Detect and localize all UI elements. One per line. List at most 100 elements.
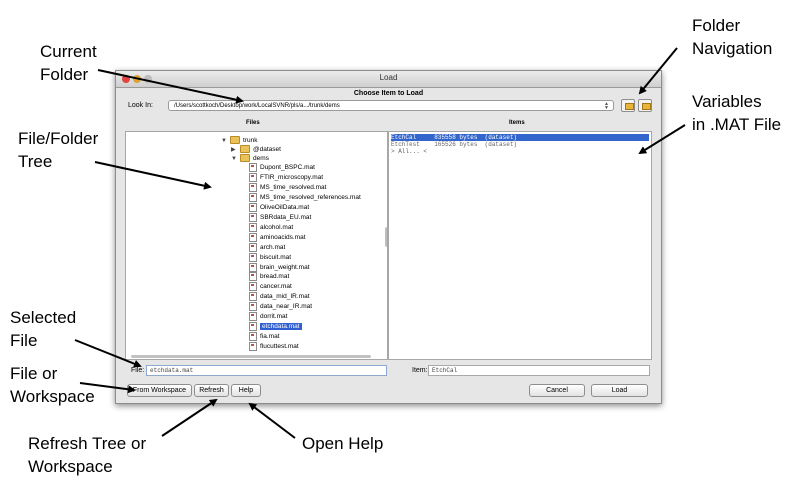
mat-file-icon xyxy=(249,292,257,302)
mat-file-icon xyxy=(249,192,257,202)
tree-node-label: @dataset xyxy=(253,146,281,153)
tree-file-label: aminoacids.mat xyxy=(260,233,306,241)
tree-node-label: dems xyxy=(253,155,269,162)
tree-node-label: trunk xyxy=(243,137,258,144)
mat-file-icon xyxy=(249,212,257,222)
tree-file-label: SBRdata_EU.mat xyxy=(260,213,312,221)
annotation-folder-navigation: Folder Navigation xyxy=(692,16,773,58)
folder-up-icon xyxy=(625,103,634,110)
help-button[interactable]: Help xyxy=(231,384,261,397)
tree-file-item[interactable]: flucuttest.mat xyxy=(249,342,299,352)
file-label: File: xyxy=(131,367,145,374)
tree-node-dems[interactable]: ▼ dems xyxy=(231,154,269,163)
look-in-label: Look In: xyxy=(128,102,153,109)
tree-file-label: data_near_IR.mat xyxy=(260,303,313,311)
look-in-path: /Users/scottkoch/Desktop/work/LocalSVNR/… xyxy=(174,103,340,109)
expanded-triangle-icon: ▼ xyxy=(221,138,227,144)
mat-file-icon xyxy=(249,182,257,192)
tree-file-item[interactable]: cancer.mat xyxy=(249,282,292,292)
tree-file-label: biscuit.mat xyxy=(260,253,292,261)
tree-file-item[interactable]: aminoacids.mat xyxy=(249,232,306,242)
tree-file-label: dorrit.mat xyxy=(260,313,288,321)
dialog-heading: Choose Item to Load xyxy=(353,90,424,97)
refresh-button[interactable]: Refresh xyxy=(194,384,229,397)
tree-node-trunk[interactable]: ▼ trunk xyxy=(221,136,257,145)
tree-file-label: fia.mat xyxy=(260,333,280,341)
annotation-selected-file: Selected File xyxy=(10,308,77,350)
tree-file-label: bread.mat xyxy=(260,273,290,281)
help-arrow xyxy=(248,402,296,439)
mat-file-icon xyxy=(249,202,257,212)
refresh-arrow xyxy=(161,398,218,437)
tree-file-label: Dupont_BSPC.mat xyxy=(260,164,315,172)
file-input[interactable]: etchdata.mat xyxy=(146,365,387,376)
tree-file-item[interactable]: data_near_IR.mat xyxy=(249,302,313,312)
tree-file-label: OliveOilData.mat xyxy=(260,204,310,212)
mat-file-icon xyxy=(249,262,257,272)
folder-up-button[interactable] xyxy=(621,99,635,112)
item-row[interactable]: EtchCal 835558 bytes (dataset) xyxy=(391,134,649,141)
tree-file-item[interactable]: FTIR_microscopy.mat xyxy=(249,172,323,182)
mat-file-icon xyxy=(249,252,257,262)
file-tree-panel[interactable]: ▼ trunk ▶ @dataset ▼ dems Dupont_BSPC.mat FT… xyxy=(125,131,388,360)
mat-file-icon xyxy=(249,322,257,332)
look-in-dropdown[interactable]: /Users/scottkoch/Desktop/work/LocalSVNR/… xyxy=(168,100,614,111)
tree-file-item[interactable]: alcohol.mat xyxy=(249,222,294,232)
tree-file-item[interactable]: fia.mat xyxy=(249,332,280,342)
tree-horizontal-scrollbar[interactable] xyxy=(131,355,371,358)
annotation-open-help: Open Help xyxy=(302,434,384,453)
tree-file-label: arch.mat xyxy=(260,243,286,251)
tree-file-label: brain_weight.mat xyxy=(260,263,310,271)
tree-file-item[interactable]: etchdata.mat xyxy=(249,322,302,332)
item-row[interactable]: > All... < xyxy=(391,148,427,155)
tree-file-item[interactable]: MS_time_resolved.mat xyxy=(249,182,327,192)
annotation-file-folder-tree: File/Folder Tree xyxy=(18,129,99,171)
tree-file-label: data_mid_IR.mat xyxy=(260,293,310,301)
tree-file-item[interactable]: biscuit.mat xyxy=(249,252,292,262)
tree-file-item[interactable]: dorrit.mat xyxy=(249,312,288,322)
tree-file-label: alcohol.mat xyxy=(260,223,294,231)
dropdown-stepper-icon: ▲ ▼ xyxy=(604,101,609,111)
files-column-header: Files xyxy=(246,120,260,126)
cancel-button[interactable]: Cancel xyxy=(529,384,585,397)
tree-file-item[interactable]: MS_time_resolved_references.mat xyxy=(249,192,361,202)
mat-file-icon xyxy=(249,332,257,342)
tree-file-item[interactable]: data_mid_IR.mat xyxy=(249,292,310,302)
annotation-current-folder: Current Folder xyxy=(40,42,97,84)
item-input[interactable]: EtchCal xyxy=(428,365,650,376)
folder-open-button[interactable] xyxy=(638,99,652,112)
tree-file-label: flucuttest.mat xyxy=(260,343,299,351)
tree-file-label: MS_time_resolved.mat xyxy=(260,184,327,192)
mat-file-icon xyxy=(249,242,257,252)
mat-file-icon xyxy=(249,172,257,182)
tree-file-item[interactable]: SBRdata_EU.mat xyxy=(249,212,312,222)
tree-file-item[interactable]: brain_weight.mat xyxy=(249,262,310,272)
item-row[interactable]: EtchTest 165526 bytes (dataset) xyxy=(391,141,517,148)
mat-file-icon xyxy=(249,272,257,282)
mat-file-icon xyxy=(249,163,257,172)
tree-file-item[interactable]: bread.mat xyxy=(249,272,290,282)
folder-icon xyxy=(240,154,250,163)
tree-file-item[interactable]: Dupont_BSPC.mat xyxy=(249,163,315,172)
mat-file-icon xyxy=(249,312,257,322)
load-button[interactable]: Load xyxy=(591,384,648,397)
annotation-file-or-workspace: File or Workspace xyxy=(10,364,95,406)
items-panel[interactable]: EtchCal 835558 bytes (dataset) EtchTest 1… xyxy=(388,131,652,360)
folder-icon xyxy=(240,145,250,154)
annotation-refresh-tree: Refresh Tree or Workspace xyxy=(28,434,147,476)
load-dialog: Load Choose Item to Load Look In: /Users… xyxy=(115,70,662,404)
from-workspace-button[interactable]: From Workspace xyxy=(127,384,192,397)
tree-file-label: etchdata.mat xyxy=(260,323,302,331)
mat-file-icon xyxy=(249,232,257,242)
annotation-variables: Variables in .MAT File xyxy=(692,92,782,134)
mat-file-icon xyxy=(249,342,257,352)
item-label: Item: xyxy=(412,367,428,374)
tree-file-label: cancer.mat xyxy=(260,283,292,291)
tree-file-item[interactable]: arch.mat xyxy=(249,242,286,252)
tree-node-dataset[interactable]: ▶ @dataset xyxy=(231,145,281,154)
tree-file-item[interactable]: OliveOilData.mat xyxy=(249,202,310,212)
folder-icon xyxy=(230,136,240,145)
window-title: Load xyxy=(379,73,398,82)
items-column-header: Items xyxy=(509,120,525,126)
mat-file-icon xyxy=(249,282,257,292)
